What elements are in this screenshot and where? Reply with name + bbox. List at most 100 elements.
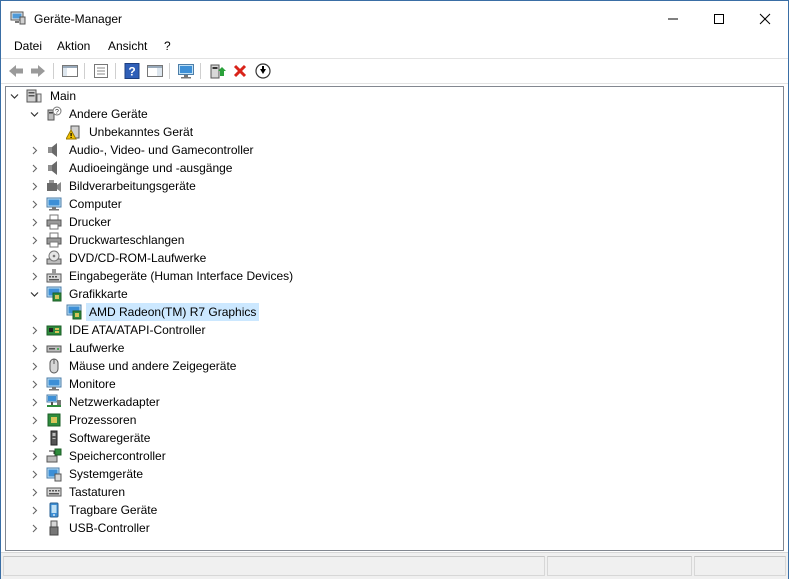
keyboard-icon — [46, 484, 62, 500]
tree-category-item[interactable]: Tragbare Geräte — [6, 501, 781, 519]
tree-root[interactable]: Main — [6, 87, 781, 105]
usb-icon — [46, 520, 62, 536]
tree-item-label: AMD Radeon(TM) R7 Graphics — [86, 303, 260, 321]
help-icon[interactable]: ? — [123, 62, 141, 80]
uninstall-icon[interactable] — [231, 62, 249, 80]
close-icon — [759, 13, 771, 25]
toolbar: ? — [1, 58, 788, 84]
tree-category-item[interactable]: Bildverarbeitungsgeräte — [6, 177, 781, 195]
tree-device-item[interactable]: AMD Radeon(TM) R7 Graphics — [6, 303, 781, 321]
hid-icon — [46, 268, 62, 284]
update-driver-icon[interactable] — [208, 62, 226, 80]
tree-category-item[interactable]: Netzwerkadapter — [6, 393, 781, 411]
tree-category-item[interactable]: Laufwerke — [6, 339, 781, 357]
tree-root-label: Main — [50, 89, 77, 103]
unknown-device-icon: ? — [46, 106, 62, 122]
menu-help[interactable]: ? — [162, 39, 173, 53]
status-bar — [1, 552, 788, 579]
menu-bar: Datei Aktion Ansicht ? — [1, 37, 788, 57]
chevron-right-icon[interactable] — [28, 195, 40, 213]
disable-device-icon[interactable] — [254, 62, 272, 80]
maximize-button[interactable] — [696, 1, 742, 37]
chevron-right-icon[interactable] — [28, 429, 40, 447]
tree-item-label: Monitore — [69, 377, 116, 391]
show-hide-action-pane-icon[interactable] — [146, 62, 164, 80]
chevron-right-icon[interactable] — [28, 411, 40, 429]
menu-datei[interactable]: Datei — [12, 39, 44, 53]
toolbar-separator — [115, 63, 116, 79]
tree-category-item[interactable]: Monitore — [6, 375, 781, 393]
tree-category-item[interactable]: Eingabegeräte (Human Interface Devices) — [6, 267, 781, 285]
status-cell-3 — [694, 556, 786, 576]
chevron-down-icon[interactable] — [28, 105, 40, 123]
chevron-down-icon[interactable] — [28, 285, 40, 303]
scan-hardware-icon[interactable] — [177, 62, 195, 80]
tree-item-label: Speichercontroller — [69, 449, 166, 463]
chevron-right-icon[interactable] — [28, 213, 40, 231]
chevron-right-icon[interactable] — [28, 447, 40, 465]
tree-category-item[interactable]: Drucker — [6, 213, 781, 231]
close-button[interactable] — [742, 1, 788, 37]
portable-device-icon — [46, 502, 62, 518]
chevron-right-icon[interactable] — [28, 465, 40, 483]
show-hide-console-tree-icon[interactable] — [61, 62, 79, 80]
chevron-right-icon[interactable] — [28, 519, 40, 537]
tree-item-label: Drucker — [69, 215, 112, 229]
tree-item-label: Computer — [69, 197, 122, 211]
device-tree[interactable]: Main ? Andere Geräte Unbekanntes Gerät Audi… — [5, 86, 784, 551]
tree-item-label: Softwaregeräte — [69, 431, 151, 445]
tree-category-item[interactable]: Softwaregeräte — [6, 429, 781, 447]
chevron-right-icon[interactable] — [28, 501, 40, 519]
tree-category-item[interactable]: Audio-, Video- und Gamecontroller — [6, 141, 781, 159]
tree-category-item[interactable]: Audioeingänge und -ausgänge — [6, 159, 781, 177]
tree-category-item[interactable]: Systemgeräte — [6, 465, 781, 483]
minimize-button[interactable] — [650, 1, 696, 37]
tree-category-item[interactable]: Computer — [6, 195, 781, 213]
tree-item-label: Unbekanntes Gerät — [89, 125, 194, 139]
chevron-right-icon[interactable] — [28, 393, 40, 411]
network-icon — [46, 394, 62, 410]
chevron-right-icon[interactable] — [28, 231, 40, 249]
tree-category-item[interactable]: DVD/CD-ROM-Laufwerke — [6, 249, 781, 267]
optical-drive-icon — [46, 250, 62, 266]
chevron-right-icon[interactable] — [28, 357, 40, 375]
tree-category-item[interactable]: Grafikkarte — [6, 285, 781, 303]
chevron-right-icon[interactable] — [28, 249, 40, 267]
tree-category-item[interactable]: USB-Controller — [6, 519, 781, 537]
tree-device-item[interactable]: Unbekanntes Gerät — [6, 123, 781, 141]
computer-root-icon — [26, 88, 42, 104]
tree-item-label: Druckwarteschlangen — [69, 233, 185, 247]
chevron-right-icon[interactable] — [28, 339, 40, 357]
properties-icon[interactable] — [92, 62, 110, 80]
toolbar-separator — [169, 63, 170, 79]
tree-category-item[interactable]: IDE ATA/ATAPI-Controller — [6, 321, 781, 339]
tree-category-item[interactable]: Prozessoren — [6, 411, 781, 429]
chevron-right-icon[interactable] — [28, 375, 40, 393]
status-cell-main — [3, 556, 545, 576]
chevron-right-icon[interactable] — [28, 159, 40, 177]
chevron-down-icon[interactable] — [8, 87, 20, 105]
tree-item-label: USB-Controller — [69, 521, 150, 535]
chevron-right-icon[interactable] — [28, 321, 40, 339]
tree-item-label: IDE ATA/ATAPI-Controller — [69, 323, 206, 337]
chevron-right-icon[interactable] — [28, 483, 40, 501]
tree-category-item[interactable]: Speichercontroller — [6, 447, 781, 465]
menu-aktion[interactable]: Aktion — [55, 39, 92, 53]
tree-category-item[interactable]: Mäuse und andere Zeigegeräte — [6, 357, 781, 375]
tree-item-label: Laufwerke — [69, 341, 125, 355]
speaker-icon — [46, 160, 62, 176]
tree-category-item[interactable]: Tastaturen — [6, 483, 781, 501]
tree-item-label: Audio-, Video- und Gamecontroller — [69, 143, 254, 157]
chevron-right-icon[interactable] — [28, 177, 40, 195]
chevron-right-icon[interactable] — [28, 141, 40, 159]
controller-icon — [46, 322, 62, 338]
tree-category-item[interactable]: ? Andere Geräte — [6, 105, 781, 123]
tree-item-label: Tragbare Geräte — [69, 503, 158, 517]
back-icon[interactable] — [7, 62, 25, 80]
chevron-right-icon[interactable] — [28, 267, 40, 285]
tree-category-item[interactable]: Druckwarteschlangen — [6, 231, 781, 249]
menu-ansicht[interactable]: Ansicht — [106, 39, 149, 53]
title-bar[interactable]: Geräte-Manager — [1, 1, 788, 37]
camera-icon — [46, 178, 62, 194]
forward-icon[interactable] — [29, 62, 47, 80]
